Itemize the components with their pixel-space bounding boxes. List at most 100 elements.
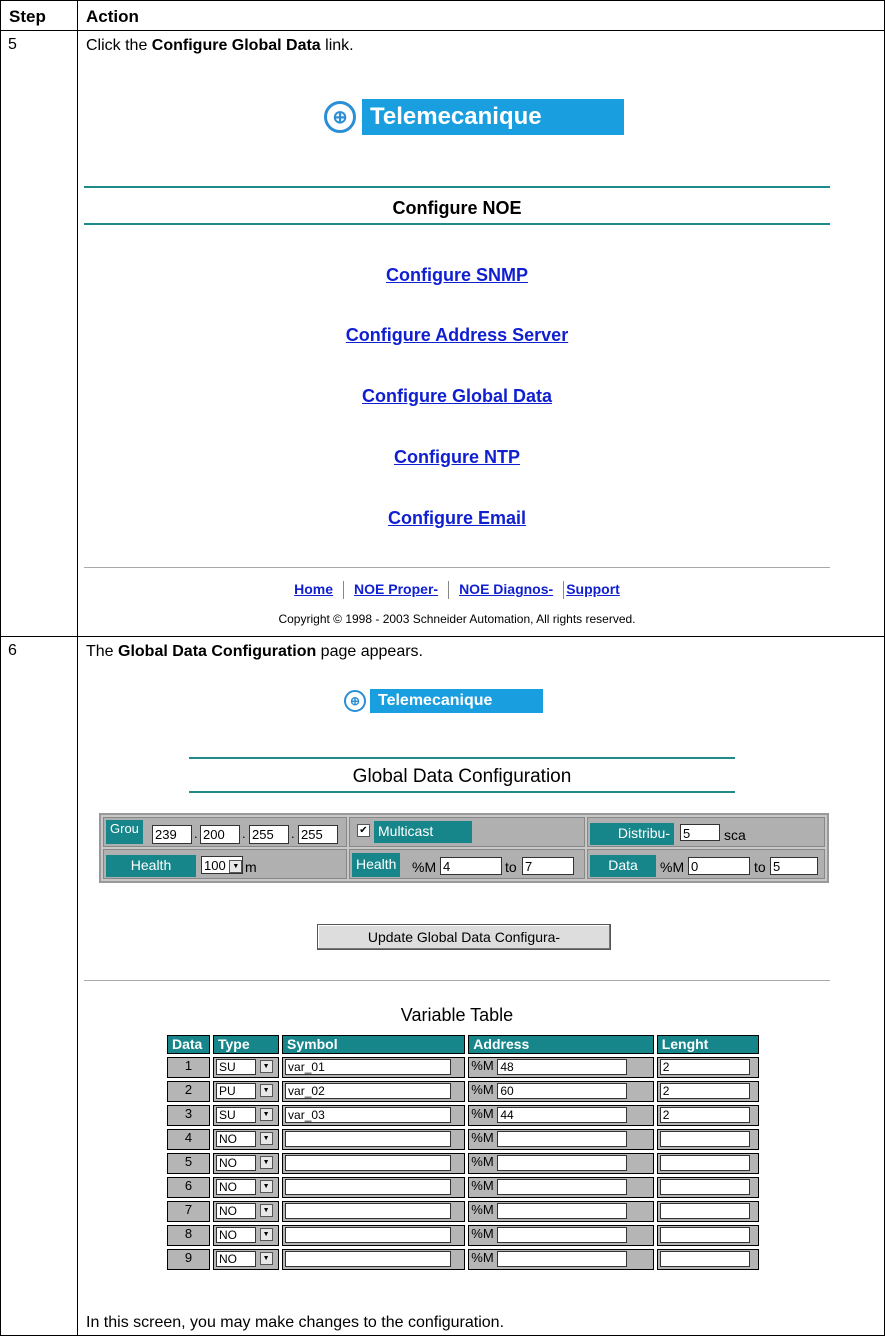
type-select[interactable]: PU [216, 1082, 256, 1099]
symbol-input[interactable] [285, 1250, 452, 1267]
row-index: 5 [167, 1153, 210, 1174]
length-input[interactable] [659, 1130, 750, 1147]
symbol-cell: var_03 [282, 1105, 466, 1126]
data-range-label: Data [590, 855, 656, 877]
footer-link-noe-diagnostics[interactable]: NOE Diagnos- [459, 581, 553, 597]
health-timeout-select[interactable]: 100 ▼ [201, 856, 243, 874]
symbol-input[interactable] [285, 1226, 452, 1243]
symbol-cell [282, 1153, 466, 1174]
type-select[interactable]: SU [216, 1058, 256, 1075]
multicast-checkbox[interactable]: ✔ [357, 824, 370, 837]
telemecanique-emblem-icon: ⊕ [344, 690, 366, 712]
footer-link-noe-properties[interactable]: NOE Proper- [354, 581, 438, 597]
type-select[interactable]: NO [216, 1178, 256, 1195]
address-input[interactable] [497, 1154, 628, 1171]
symbol-cell [282, 1129, 466, 1150]
dropdown-arrow-icon[interactable]: ▼ [259, 1108, 273, 1122]
length-cell [656, 1153, 759, 1174]
table-row: 6 NO ▼ %M [167, 1177, 759, 1198]
address-cell: %M [468, 1225, 654, 1246]
length-cell: 2 [656, 1081, 759, 1102]
symbol-cell [282, 1249, 466, 1270]
step-number: 6 [0, 636, 78, 1336]
length-input[interactable] [659, 1178, 750, 1195]
group-ip-octet-3[interactable]: 255 [249, 825, 289, 844]
address-input[interactable] [497, 1202, 628, 1219]
col-type: Type [213, 1035, 280, 1054]
address-input[interactable]: 44 [497, 1106, 628, 1123]
dropdown-arrow-icon[interactable]: ▼ [259, 1132, 273, 1146]
update-config-button[interactable]: Update Global Data Configura- [317, 924, 611, 950]
address-prefix: %M [471, 1082, 494, 1097]
symbol-input[interactable]: var_03 [285, 1106, 452, 1123]
health-timeout-unit: m [245, 859, 257, 875]
dropdown-arrow-icon[interactable]: ▼ [259, 1252, 273, 1266]
type-select[interactable]: NO [216, 1226, 256, 1243]
symbol-input[interactable]: var_01 [285, 1058, 452, 1075]
type-select[interactable]: NO [216, 1130, 256, 1147]
type-select[interactable]: NO [216, 1250, 256, 1267]
group-ip-octet-1[interactable]: 239 [152, 825, 192, 844]
length-cell: 2 [656, 1057, 759, 1078]
table-row: 3 SU ▼ var_03 %M 44 2 [167, 1105, 759, 1126]
row-index: 7 [167, 1201, 210, 1222]
symbol-input[interactable] [285, 1178, 452, 1195]
symbol-cell [282, 1225, 466, 1246]
symbol-input[interactable] [285, 1202, 452, 1219]
length-input[interactable]: 2 [659, 1058, 750, 1075]
table-row: 2 PU ▼ var_02 %M 60 2 [167, 1081, 759, 1102]
link-configure-snmp[interactable]: Configure SNMP [386, 265, 528, 285]
link-configure-email[interactable]: Configure Email [388, 508, 526, 528]
data-range-from-input[interactable]: 0 [688, 857, 750, 875]
link-configure-address-server[interactable]: Configure Address Server [346, 325, 568, 345]
health-range-to-input[interactable]: 7 [522, 857, 574, 875]
type-select[interactable]: NO [216, 1154, 256, 1171]
address-input[interactable] [497, 1250, 628, 1267]
health-range-from-input[interactable]: 4 [440, 857, 502, 875]
dropdown-arrow-icon[interactable]: ▼ [259, 1084, 273, 1098]
link-configure-global-data[interactable]: Configure Global Data [362, 386, 552, 406]
dropdown-arrow-icon[interactable]: ▼ [259, 1060, 273, 1074]
link-configure-ntp[interactable]: Configure NTP [394, 447, 520, 467]
type-select[interactable]: SU [216, 1106, 256, 1123]
symbol-input[interactable] [285, 1130, 452, 1147]
heading-rule-top [189, 757, 735, 759]
address-prefix: %M [471, 1202, 494, 1217]
data-range-to-input[interactable]: 5 [770, 857, 818, 875]
group-ip-octet-2[interactable]: 200 [200, 825, 240, 844]
footer-link-support[interactable]: Support [566, 581, 620, 597]
row-index: 2 [167, 1081, 210, 1102]
length-input[interactable] [659, 1154, 750, 1171]
type-cell: NO ▼ [213, 1201, 280, 1222]
dropdown-arrow-icon[interactable]: ▼ [259, 1156, 273, 1170]
address-input[interactable]: 48 [497, 1058, 628, 1075]
address-input[interactable] [497, 1130, 628, 1147]
distribution-input[interactable]: 5 [680, 824, 720, 841]
heading-rule-bottom [189, 791, 735, 793]
dropdown-arrow-icon[interactable]: ▼ [259, 1180, 273, 1194]
length-input[interactable] [659, 1226, 750, 1243]
length-input[interactable] [659, 1202, 750, 1219]
data-range-prefix: %M [660, 859, 685, 875]
ip-dot: . [291, 826, 295, 841]
heading-rule-top [84, 186, 830, 188]
length-input[interactable]: 2 [659, 1106, 750, 1123]
col-symbol: Symbol [282, 1035, 466, 1054]
footer-link-home[interactable]: Home [294, 581, 333, 597]
address-input[interactable]: 60 [497, 1082, 628, 1099]
dropdown-arrow-icon[interactable]: ▼ [259, 1228, 273, 1242]
symbol-input[interactable]: var_02 [285, 1082, 452, 1099]
length-cell [656, 1201, 759, 1222]
group-ip-octet-4[interactable]: 255 [298, 825, 338, 844]
symbol-cell: var_02 [282, 1081, 466, 1102]
address-cell: %M [468, 1129, 654, 1150]
address-input[interactable] [497, 1226, 628, 1243]
type-cell: NO ▼ [213, 1177, 280, 1198]
dropdown-arrow-icon[interactable]: ▼ [259, 1204, 273, 1218]
address-input[interactable] [497, 1178, 628, 1195]
length-input[interactable] [659, 1250, 750, 1267]
symbol-input[interactable] [285, 1154, 452, 1171]
length-input[interactable]: 2 [659, 1082, 750, 1099]
row-index: 8 [167, 1225, 210, 1246]
type-select[interactable]: NO [216, 1202, 256, 1219]
